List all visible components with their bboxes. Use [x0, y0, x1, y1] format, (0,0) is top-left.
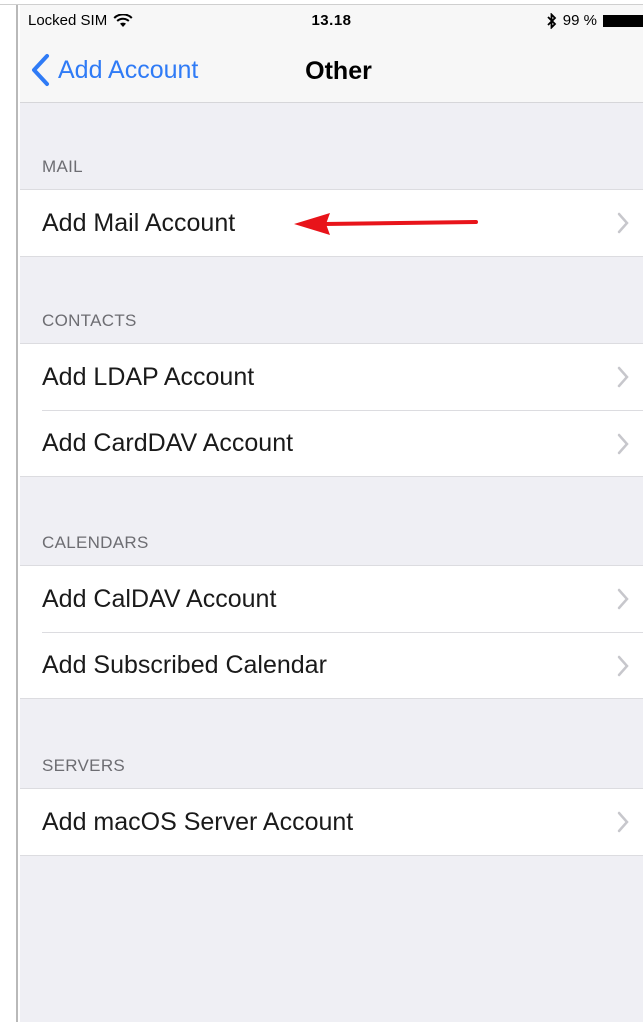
navigation-bar: Add Account Other [20, 37, 643, 103]
phone-screen: Locked SIM 13.18 99 % Add Account Other … [20, 5, 643, 1022]
chevron-right-icon [617, 212, 629, 234]
section-header-calendars: CALENDARS [42, 533, 149, 552]
chevron-right-icon [617, 655, 629, 677]
battery-percent: 99 % [562, 12, 597, 29]
top-border [0, 0, 643, 5]
row-add-caldav-account[interactable]: Add CalDAV Account [20, 566, 643, 632]
annotation-arrow [294, 213, 478, 235]
screenshot-frame: Locked SIM 13.18 99 % Add Account Other … [0, 0, 643, 1022]
chevron-right-icon [617, 811, 629, 833]
section-header-mail: MAIL [42, 157, 83, 176]
section-header-servers: SERVERS [42, 756, 126, 775]
group-calendars: Add CalDAV Account Add Subscribed Calend… [20, 565, 643, 699]
row-add-ldap-account[interactable]: Add LDAP Account [20, 344, 643, 410]
status-bar: Locked SIM 13.18 99 % [20, 5, 643, 37]
row-label: Add Mail Account [42, 208, 236, 237]
group-contacts: Add LDAP Account Add CardDAV Account [20, 343, 643, 477]
chevron-right-icon [617, 588, 629, 610]
row-add-carddav-account[interactable]: Add CardDAV Account [42, 410, 643, 476]
row-label: Add Subscribed Calendar [42, 651, 327, 679]
status-right: 99 % [547, 12, 643, 29]
section-header-contacts: CONTACTS [42, 311, 137, 330]
bluetooth-icon [547, 12, 557, 29]
group-servers: Add macOS Server Account [20, 788, 643, 856]
chevron-right-icon [617, 366, 629, 388]
row-label: Add macOS Server Account [42, 807, 354, 836]
row-add-macos-server-account[interactable]: Add macOS Server Account [20, 789, 643, 855]
page-title: Other [305, 57, 372, 85]
chevron-right-icon [617, 433, 629, 455]
row-add-subscribed-calendar[interactable]: Add Subscribed Calendar [42, 632, 643, 698]
row-label: Add CalDAV Account [42, 584, 277, 613]
row-label: Add LDAP Account [42, 362, 255, 391]
battery-icon [603, 14, 643, 27]
left-border [0, 0, 18, 1022]
row-label: Add CardDAV Account [42, 429, 294, 457]
